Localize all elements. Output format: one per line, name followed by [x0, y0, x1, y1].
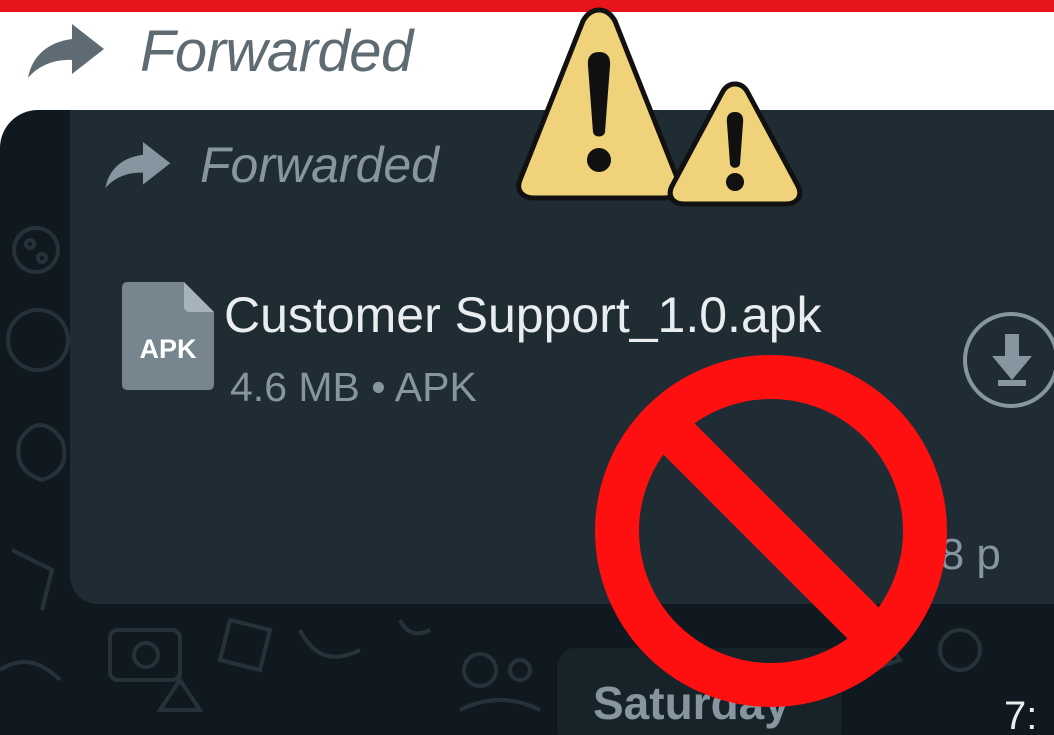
forwarded-text: Forwarded — [200, 137, 439, 193]
forward-arrow-icon — [28, 24, 104, 78]
download-button[interactable] — [963, 312, 1054, 408]
next-message-time: 7: — [1004, 694, 1038, 735]
warning-triangle-icon — [516, 7, 682, 201]
forward-arrow-icon — [105, 141, 171, 189]
apk-file-icon[interactable]: APK — [122, 282, 214, 390]
apk-icon-label: APK — [139, 334, 197, 364]
forwarded-text: Forwarded — [140, 18, 413, 84]
outer-forwarded-label: Forwarded — [24, 12, 413, 90]
no-entry-icon — [595, 355, 947, 707]
file-size-type: 4.6 MB • APK — [230, 364, 477, 410]
download-arrow-icon — [992, 334, 1032, 386]
warning-triangle-icon — [667, 81, 803, 207]
file-name[interactable]: Customer Support_1.0.apk — [224, 286, 822, 344]
message-forwarded-label: Forwarded — [102, 130, 439, 200]
